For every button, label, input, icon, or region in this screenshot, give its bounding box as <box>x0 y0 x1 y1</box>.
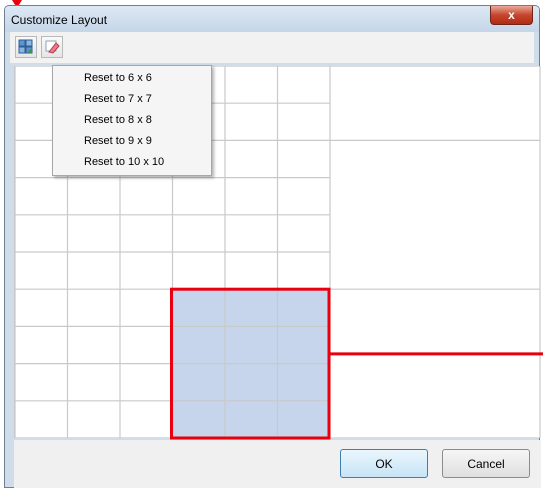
eraser-icon <box>45 40 60 54</box>
dialog-title: Customize Layout <box>11 13 108 27</box>
menu-item-reset-6x6[interactable]: Reset to 6 x 6 <box>84 68 152 88</box>
cancel-button[interactable]: Cancel <box>442 449 530 478</box>
reset-grid-icon <box>18 39 33 54</box>
clear-layout-button[interactable] <box>41 36 63 58</box>
menu-item-reset-9x9[interactable]: Reset to 9 x 9 <box>84 131 152 151</box>
close-button[interactable]: x <box>490 6 533 25</box>
ok-button[interactable]: OK <box>340 449 428 478</box>
reset-layout-button[interactable] <box>15 36 37 58</box>
menu-item-reset-7x7[interactable]: Reset to 7 x 7 <box>84 89 152 109</box>
menu-item-reset-8x8[interactable]: Reset to 8 x 8 <box>84 110 152 130</box>
dialog-footer: OK Cancel <box>14 440 541 488</box>
menu-item-reset-10x10[interactable]: Reset to 10 x 10 <box>84 152 164 172</box>
reset-layout-menu: Reset to 6 x 6 Reset to 7 x 7 Reset to 8… <box>52 65 212 176</box>
title-bar: Customize Layout x <box>5 6 539 32</box>
toolbar <box>10 32 534 64</box>
